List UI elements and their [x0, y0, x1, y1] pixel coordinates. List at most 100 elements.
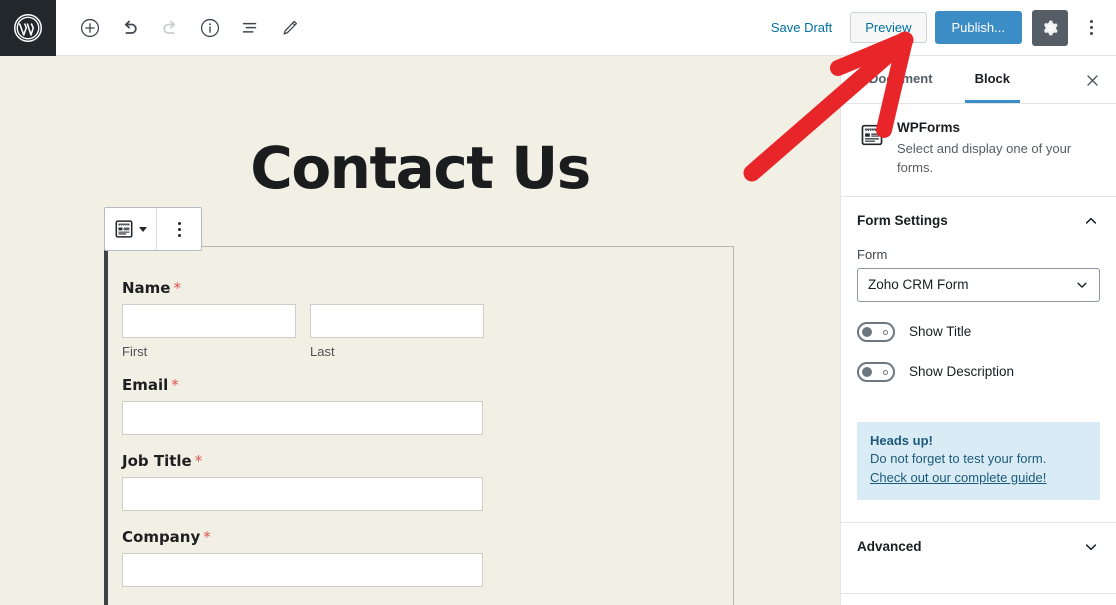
plus-circle-icon	[80, 18, 100, 37]
content-info-button[interactable]	[190, 8, 230, 48]
vertical-ellipsis-icon	[1089, 32, 1093, 35]
edit-mode-button[interactable]	[270, 8, 310, 48]
settings-sidebar: Document Block WPForms Select and displa…	[840, 56, 1116, 605]
tab-document[interactable]: Document	[859, 56, 943, 103]
close-sidebar-button[interactable]	[1076, 64, 1108, 96]
gear-icon	[1043, 20, 1058, 35]
wpforms-block-icon	[115, 220, 132, 238]
save-draft-button[interactable]: Save Draft	[759, 14, 844, 41]
form-settings-panel-header[interactable]: Form Settings	[841, 197, 1116, 245]
block-info-text: WPForms Select and display one of your f…	[897, 120, 1098, 178]
block-options-button[interactable]	[157, 208, 201, 250]
show-title-toggle[interactable]	[857, 321, 895, 342]
chevron-down-icon	[1085, 543, 1097, 550]
form-field-company: Company *	[122, 528, 711, 587]
show-description-toggle-row[interactable]: Show Description	[857, 361, 1100, 382]
form-preview: Name * First Last Email * Job Title * Co…	[108, 247, 733, 605]
wordpress-block-editor: Save Draft Preview Publish... Contact Us	[0, 0, 1116, 605]
field-label: Company *	[122, 528, 711, 546]
wpforms-block-icon	[861, 124, 883, 146]
toggle-ring-icon	[883, 369, 888, 375]
field-label: Name *	[122, 279, 711, 297]
more-options-button[interactable]	[1074, 10, 1108, 46]
form-field-email: Email *	[122, 376, 711, 435]
field-label: Job Title *	[122, 452, 711, 470]
panel-divider-bottom	[841, 592, 1116, 594]
undo-arrow-icon	[124, 20, 137, 34]
first-name-input[interactable]	[122, 304, 296, 338]
preview-button[interactable]: Preview	[850, 12, 927, 43]
block-type-switcher-button[interactable]	[105, 208, 157, 250]
vertical-ellipsis-icon	[177, 221, 181, 225]
chevron-up-icon	[1085, 217, 1097, 224]
form-select-value: Zoho CRM Form	[868, 277, 969, 293]
redo-button[interactable]	[150, 8, 190, 48]
add-block-button[interactable]	[70, 8, 110, 48]
vertical-ellipsis-icon	[177, 227, 181, 231]
editor-top-bar: Save Draft Preview Publish...	[0, 0, 1116, 56]
block-toolbar	[104, 207, 202, 251]
email-input[interactable]	[122, 401, 483, 435]
wordpress-logo-icon	[13, 13, 43, 42]
form-select[interactable]: Zoho CRM Form	[857, 267, 1100, 302]
wpforms-block-selected[interactable]: Name * First Last Email * Job Title * Co…	[104, 246, 734, 605]
block-info-card: WPForms Select and display one of your f…	[841, 104, 1116, 197]
block-info-description: Select and display one of your forms.	[897, 141, 1072, 175]
editor-actions-group: Save Draft Preview Publish...	[759, 9, 1116, 46]
last-name-input[interactable]	[310, 304, 484, 338]
toggle-ring-icon	[883, 329, 888, 335]
block-navigation-button[interactable]	[230, 8, 270, 48]
sidebar-tabs: Document Block	[841, 56, 1116, 104]
field-label-text: Email	[122, 376, 169, 394]
chevron-down-icon	[1077, 282, 1087, 288]
vertical-ellipsis-icon	[1089, 26, 1093, 29]
close-x-icon	[1086, 74, 1098, 86]
notice-title: Heads up!	[870, 432, 933, 448]
editor-tools-group	[56, 8, 310, 48]
block-info-title: WPForms	[897, 120, 961, 135]
undo-button[interactable]	[110, 8, 150, 48]
required-marker: *	[203, 528, 211, 546]
show-description-label: Show Description	[909, 364, 1015, 380]
post-title[interactable]: Contact Us	[0, 134, 840, 202]
name-first-group: First	[122, 304, 296, 359]
field-label: Email *	[122, 376, 711, 394]
first-name-sublabel: First	[122, 344, 148, 359]
tab-block[interactable]: Block	[964, 56, 1020, 103]
toggle-knob-icon	[862, 326, 872, 337]
show-title-toggle-row[interactable]: Show Title	[857, 321, 1100, 342]
required-marker: *	[171, 376, 179, 394]
show-description-toggle[interactable]	[857, 361, 895, 382]
required-marker: *	[173, 279, 181, 297]
name-last-group: Last	[310, 304, 484, 359]
field-label-text: Job Title	[122, 452, 192, 470]
pencil-icon	[283, 20, 298, 35]
field-label-text: Company	[122, 528, 201, 546]
advanced-panel-title: Advanced	[857, 539, 922, 555]
advanced-panel-header[interactable]: Advanced	[841, 523, 1116, 571]
list-view-icon	[242, 22, 257, 33]
vertical-ellipsis-icon	[177, 233, 181, 237]
form-settings-panel-title: Form Settings	[857, 213, 948, 229]
notice-text: Do not forget to test your form.	[870, 450, 1047, 466]
field-label-text: Name	[122, 279, 171, 297]
settings-sidebar-toggle-button[interactable]	[1032, 9, 1068, 46]
form-field-job-title: Job Title *	[122, 452, 711, 511]
job-title-input[interactable]	[122, 477, 483, 511]
required-marker: *	[194, 452, 203, 470]
heads-up-notice: Heads up! Do not forget to test your for…	[857, 421, 1100, 500]
form-select-label: Form	[857, 246, 888, 262]
vertical-ellipsis-icon	[1089, 20, 1093, 23]
form-settings-panel-body: Form Zoho CRM Form Show Title Show Descr…	[841, 245, 1116, 400]
notice-guide-link[interactable]: Check out our complete guide!	[870, 470, 1046, 485]
redo-arrow-icon	[163, 20, 176, 34]
form-field-name: Name * First Last	[122, 279, 711, 359]
company-input[interactable]	[122, 553, 483, 587]
chevron-down-icon	[138, 226, 147, 232]
show-title-label: Show Title	[909, 324, 972, 340]
block-info-icon-wrap	[859, 120, 885, 178]
wordpress-logo-button[interactable]	[0, 0, 56, 56]
publish-button[interactable]: Publish...	[934, 11, 1022, 44]
editor-canvas[interactable]: Contact Us Name * First Last Email * Job…	[0, 56, 840, 605]
last-name-sublabel: Last	[310, 344, 335, 359]
